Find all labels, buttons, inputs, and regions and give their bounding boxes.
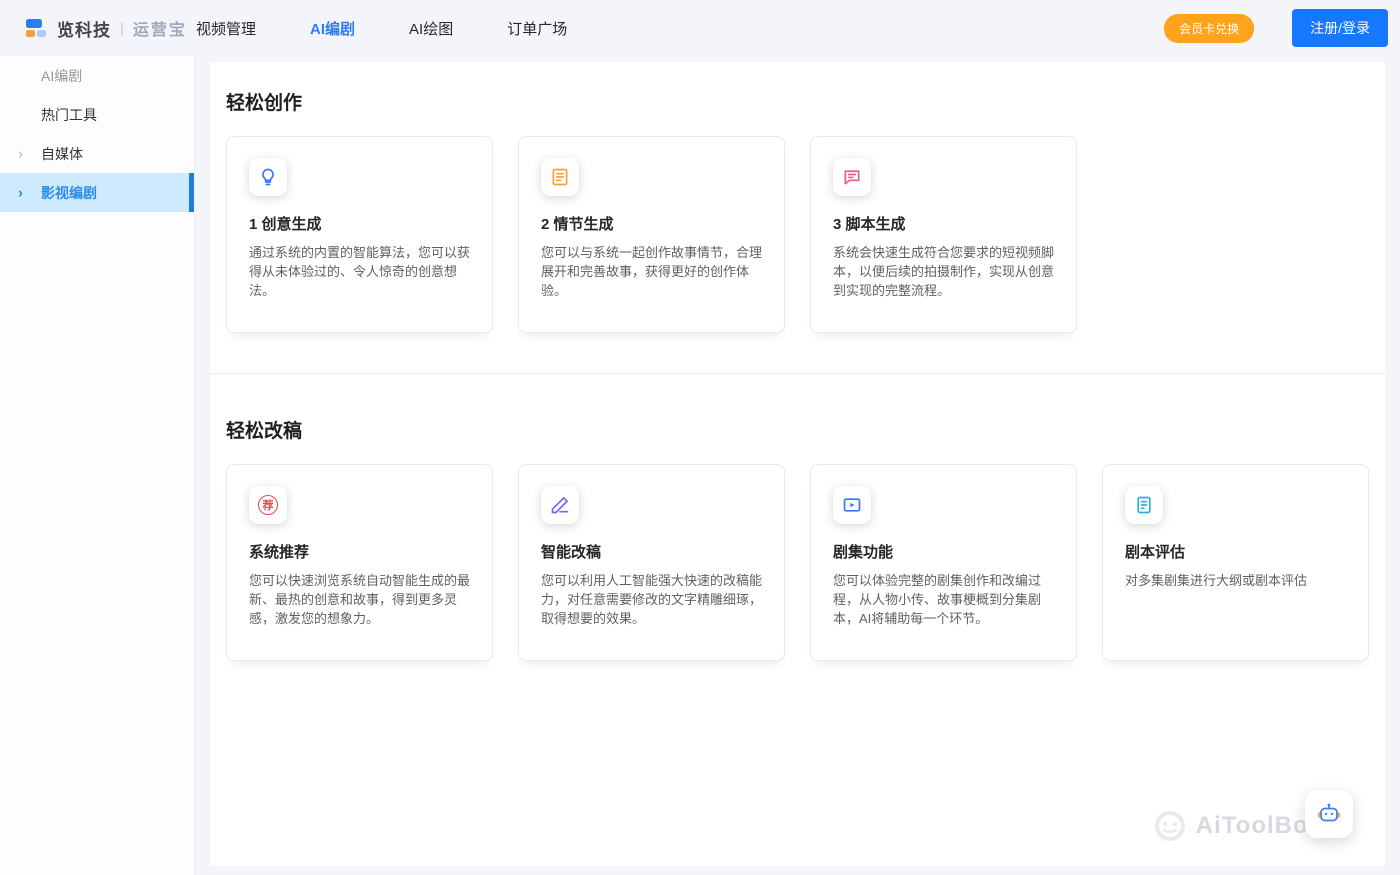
nav-item-ai-drawing[interactable]: AI绘图 xyxy=(409,18,453,39)
card-title: 3 脚本生成 xyxy=(833,213,1054,234)
sidebar-item-label: 热门工具 xyxy=(41,105,97,125)
card-description: 对多集剧集进行大纲或剧本评估 xyxy=(1125,572,1346,591)
lightbulb-icon xyxy=(249,158,287,196)
chevron-right-icon: › xyxy=(18,146,23,161)
watermark-text: AiToolBox xyxy=(1196,812,1323,840)
app-logo: 览科技 | 运营宝 xyxy=(0,16,196,41)
section-easy-revision: 轻松改稿 荐 系统推荐 您可以快速浏览系统自动智能生成的最新、最热的创意和故事，… xyxy=(210,374,1385,661)
top-navbar: 览科技 | 运营宝 视频管理 AI编剧 AI绘图 订单广场 会员卡兑换 注册/登… xyxy=(0,0,1400,56)
card-description: 您可以与系统一起创作故事情节，合理展开和完善故事，获得更好的创作体验。 xyxy=(541,244,762,301)
section-title: 轻松改稿 xyxy=(210,374,1385,443)
edit-pen-icon xyxy=(541,486,579,524)
navbar-actions: 会员卡兑换 注册/登录 xyxy=(1164,9,1400,47)
card-script-generation[interactable]: 3 脚本生成 系统会快速生成符合您要求的短视频脚本，以便后续的拍摄制作，实现从创… xyxy=(810,136,1077,333)
main-content: 轻松创作 1 创意生成 通过系统的内置的智能算法，您可以获得从未体验过的、令人惊… xyxy=(210,62,1385,866)
card-row-revision: 荐 系统推荐 您可以快速浏览系统自动智能生成的最新、最热的创意和故事，得到更多灵… xyxy=(210,443,1385,661)
card-title: 2 情节生成 xyxy=(541,213,762,234)
card-title: 智能改稿 xyxy=(541,541,762,562)
watermark-logo-icon xyxy=(1154,810,1186,842)
nav-item-ai-screenwriting[interactable]: AI编剧 xyxy=(310,18,355,39)
recommend-badge-char: 荐 xyxy=(258,495,278,515)
card-row-creation: 1 创意生成 通过系统的内置的智能算法，您可以获得从未体验过的、令人惊奇的创意想… xyxy=(210,115,1385,333)
card-description: 您可以利用人工智能强大快速的改稿能力，对任意需要修改的文字精雕细琢，取得想要的效… xyxy=(541,572,762,629)
card-smart-revision[interactable]: 智能改稿 您可以利用人工智能强大快速的改稿能力，对任意需要修改的文字精雕细琢，取… xyxy=(518,464,785,661)
card-title: 剧本评估 xyxy=(1125,541,1346,562)
card-description: 您可以快速浏览系统自动智能生成的最新、最热的创意和故事，得到更多灵感，激发您的想… xyxy=(249,572,470,629)
card-script-evaluation[interactable]: 剧本评估 对多集剧集进行大纲或剧本评估 xyxy=(1102,464,1369,661)
sidebar-item-label: AI编剧 xyxy=(41,66,82,86)
logo-icon xyxy=(26,18,50,38)
logo-divider: | xyxy=(120,20,124,37)
script-chat-icon xyxy=(833,158,871,196)
plot-document-icon xyxy=(541,158,579,196)
card-title: 系统推荐 xyxy=(249,541,470,562)
card-title: 1 创意生成 xyxy=(249,213,470,234)
section-title: 轻松创作 xyxy=(210,62,1385,115)
document-check-icon xyxy=(1125,486,1163,524)
logo-brand-text: 览科技 xyxy=(57,16,111,41)
recommend-badge-icon: 荐 xyxy=(249,486,287,524)
section-easy-creation: 轻松创作 1 创意生成 通过系统的内置的智能算法，您可以获得从未体验过的、令人惊… xyxy=(210,62,1385,333)
main-nav: 视频管理 AI编剧 AI绘图 订单广场 xyxy=(196,18,567,39)
video-play-icon xyxy=(833,486,871,524)
logo-product-text: 运营宝 xyxy=(133,16,187,40)
assistant-float-button[interactable] xyxy=(1305,790,1353,838)
robot-icon xyxy=(1315,800,1343,828)
card-series-feature[interactable]: 剧集功能 您可以体验完整的剧集创作和改编过程，从人物小传、故事梗概到分集剧本，A… xyxy=(810,464,1077,661)
card-system-recommendation[interactable]: 荐 系统推荐 您可以快速浏览系统自动智能生成的最新、最热的创意和故事，得到更多灵… xyxy=(226,464,493,661)
card-title: 剧集功能 xyxy=(833,541,1054,562)
sidebar-item-self-media[interactable]: › 自媒体 xyxy=(0,134,194,173)
chevron-right-icon: › xyxy=(18,185,23,200)
nav-item-video-management[interactable]: 视频管理 xyxy=(196,18,256,39)
card-description: 您可以体验完整的剧集创作和改编过程，从人物小传、故事梗概到分集剧本，AI将辅助每… xyxy=(833,572,1054,629)
card-description: 系统会快速生成符合您要求的短视频脚本，以便后续的拍摄制作，实现从创意到实现的完整… xyxy=(833,244,1054,301)
sidebar-item-label: 影视编剧 xyxy=(41,183,97,203)
watermark: AiToolBox xyxy=(1154,810,1323,842)
member-card-redeem-button[interactable]: 会员卡兑换 xyxy=(1164,14,1254,43)
nav-item-order-plaza[interactable]: 订单广场 xyxy=(507,18,567,39)
sidebar: AI编剧 热门工具 › 自媒体 › 影视编剧 xyxy=(0,56,195,875)
card-plot-generation[interactable]: 2 情节生成 您可以与系统一起创作故事情节，合理展开和完善故事，获得更好的创作体… xyxy=(518,136,785,333)
sidebar-item-ai-screenwriting[interactable]: AI编剧 xyxy=(0,56,194,95)
sidebar-item-hot-tools[interactable]: 热门工具 xyxy=(0,95,194,134)
card-description: 通过系统的内置的智能算法，您可以获得从未体验过的、令人惊奇的创意想法。 xyxy=(249,244,470,301)
sidebar-item-label: 自媒体 xyxy=(41,144,83,164)
card-idea-generation[interactable]: 1 创意生成 通过系统的内置的智能算法，您可以获得从未体验过的、令人惊奇的创意想… xyxy=(226,136,493,333)
register-login-button[interactable]: 注册/登录 xyxy=(1292,9,1388,47)
sidebar-item-film-screenwriting[interactable]: › 影视编剧 xyxy=(0,173,194,212)
